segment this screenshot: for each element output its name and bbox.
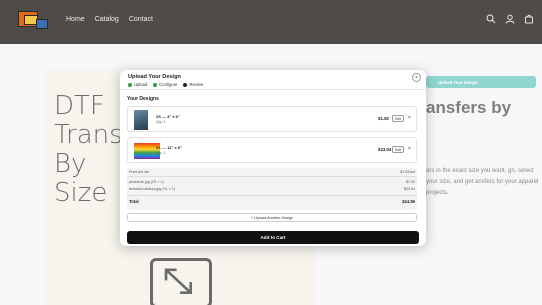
progress-steps: Upload Configure Review [128,82,203,87]
main-nav: Home Catalog Contact [66,16,153,23]
modal-title: Upload Your Design [128,74,181,80]
site-header: Home Catalog Contact [0,0,542,44]
search-icon[interactable] [486,14,496,24]
section-title: Your Designs [127,96,159,102]
divider [120,89,426,90]
upload-another-button[interactable]: + Upload Another Design [127,213,417,222]
nav-home[interactable]: Home [66,16,85,23]
step-review: Review [183,82,203,87]
logo[interactable] [18,9,50,33]
remove-icon[interactable]: × [408,115,411,121]
design-item: 2S — 4" x 6" Qty: 1 $1.92 Edit × [127,106,417,132]
cart-icon[interactable] [524,14,534,24]
remove-icon[interactable]: × [408,146,411,152]
upload-modal: Upload Your Design × Upload Configure Re… [120,70,426,246]
close-icon[interactable]: × [412,73,421,82]
edit-button[interactable]: Edit [392,146,404,153]
nav-catalog[interactable]: Catalog [95,16,119,23]
step-configure: Configure [153,82,177,87]
price-summary: Price per set $1.92/set pexels-lis.jpg (2… [127,168,417,210]
step-upload: Upload [128,82,147,87]
design-thumbnail [134,110,148,130]
current-step-icon [183,82,188,87]
check-icon [153,82,158,87]
add-to-cart-button[interactable]: Add to Cart [127,231,419,244]
check-icon [128,82,132,87]
edit-button[interactable]: Edit [392,115,404,122]
nav-contact[interactable]: Contact [129,16,153,23]
account-icon[interactable] [505,14,515,24]
design-item: XL — 11" x 6" Qty: 1 $23.04 Edit × [127,137,417,163]
